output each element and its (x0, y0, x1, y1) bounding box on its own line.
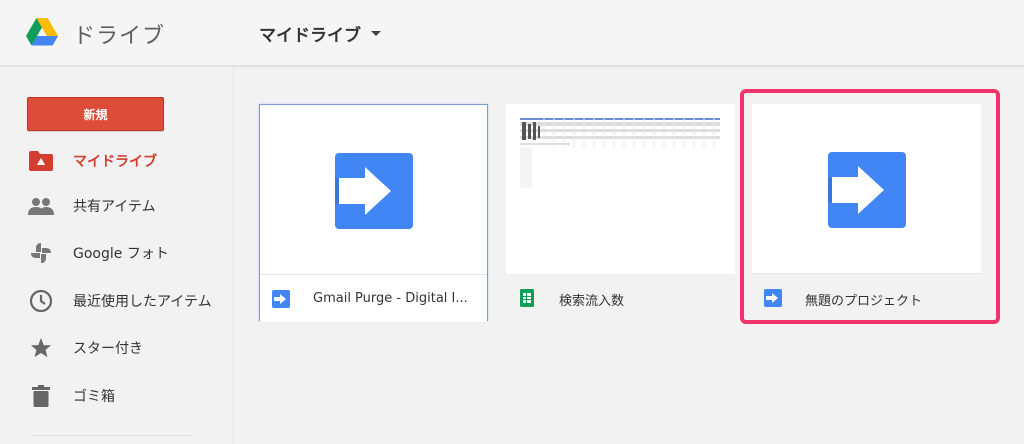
spreadsheet-preview (520, 118, 720, 188)
sidebar: 新規 マイドライブ 共有アイテム Google フォト 最近使用したアイテム ス… (0, 67, 234, 444)
apps-script-arrow-icon (335, 153, 413, 229)
sidebar-item-recent[interactable]: 最近使用したアイテム (0, 281, 234, 321)
shared-people-icon (28, 193, 54, 219)
apps-script-icon (764, 289, 782, 307)
sidebar-item-trash[interactable]: ゴミ箱 (0, 376, 234, 416)
file-thumbnail (752, 104, 981, 274)
sidebar-item-label: スター付き (73, 341, 143, 357)
sidebar-item-shared[interactable]: 共有アイテム (0, 186, 234, 226)
trash-icon (28, 383, 54, 409)
apps-script-icon (272, 290, 290, 308)
sidebar-item-label: 共有アイテム (73, 199, 156, 215)
sidebar-item-google-photos[interactable]: Google フォト (0, 233, 234, 273)
file-thumbnail (260, 105, 487, 275)
file-footer: Gmail Purge - Digital I... (260, 276, 487, 322)
star-icon (28, 335, 54, 361)
top-bar: ドライブ マイドライブ (0, 0, 1024, 66)
google-drive-logo-icon[interactable] (26, 18, 58, 46)
file-name: Gmail Purge - Digital I... (313, 291, 468, 306)
sidebar-item-label: Google フォト (73, 246, 169, 262)
file-name: 検索流入数 (559, 294, 625, 309)
file-card-spreadsheet[interactable]: 検索流入数 (506, 104, 735, 321)
file-thumbnail (506, 104, 735, 274)
apps-script-arrow-icon (828, 152, 906, 228)
file-name: 無題のプロジェクト (805, 294, 923, 309)
sidebar-item-label: ゴミ箱 (73, 389, 115, 405)
sidebar-divider (32, 435, 192, 436)
file-card-untitled-project[interactable]: 無題のプロジェクト (752, 104, 981, 321)
sheets-icon (520, 289, 534, 307)
clock-icon (28, 288, 54, 314)
file-footer: 検索流入数 (506, 275, 735, 321)
sidebar-item-my-drive[interactable]: マイドライブ (0, 141, 234, 181)
chevron-down-icon (371, 31, 381, 36)
app-title: ドライブ (73, 24, 166, 49)
new-button[interactable]: 新規 (27, 97, 164, 131)
sidebar-item-label: 最近使用したアイテム (73, 294, 212, 310)
location-dropdown[interactable]: マイドライブ (259, 21, 381, 46)
google-photos-icon (28, 240, 54, 266)
sidebar-item-label: マイドライブ (73, 154, 157, 170)
sidebar-item-starred[interactable]: スター付き (0, 328, 234, 368)
file-card-gmail-purge[interactable]: Gmail Purge - Digital I... (259, 104, 488, 322)
file-footer: 無題のプロジェクト (752, 275, 981, 321)
location-label: マイドライブ (259, 26, 361, 46)
my-drive-icon (28, 148, 54, 174)
